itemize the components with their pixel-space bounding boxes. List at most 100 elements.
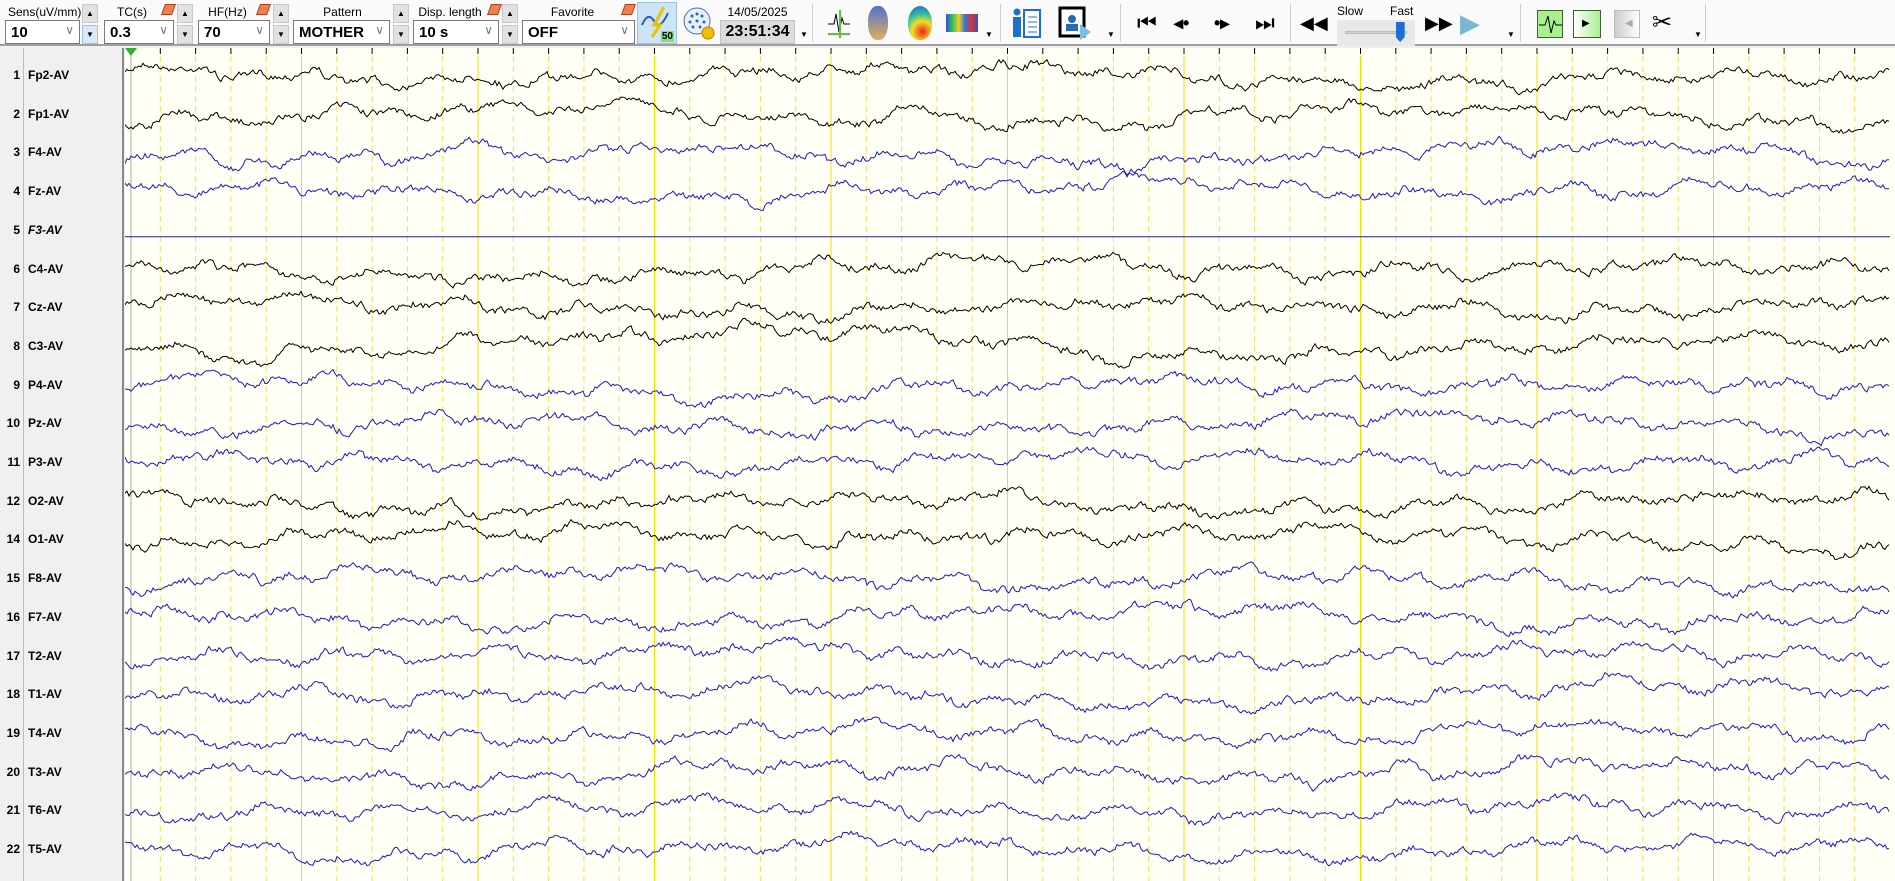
channel-label[interactable]: 21 T6-AV [0,803,122,823]
channel-label[interactable]: 14 O1-AV [0,532,122,552]
channel-label[interactable]: 18 T1-AV [0,687,122,707]
rewind-button[interactable]: ◀◀ [1300,6,1328,40]
separator [1000,4,1001,42]
channel-name: Fz-AV [28,184,62,199]
spin-up-icon[interactable]: ▲ [393,4,409,23]
channel-name: T1-AV [28,687,62,702]
channel-number: 5 [13,222,20,237]
spectrogram-icon[interactable] [946,14,978,32]
head-map-icon[interactable] [868,6,888,40]
channel-label[interactable]: 10 Pz-AV [0,416,122,436]
eeg-trace-area[interactable] [125,48,1895,881]
channel-label[interactable]: 7 Cz-AV [0,300,122,320]
electrode-gear-icon [683,7,715,40]
channel-name: F4-AV [28,145,62,160]
channel-label[interactable]: 15 F8-AV [0,571,122,591]
channel-label[interactable]: 4 Fz-AV [0,184,122,204]
channel-label[interactable]: 2 Fp1-AV [0,107,122,127]
step-forward-button[interactable]: •▸ [1214,6,1242,40]
go-to-start-button[interactable]: ⏮ [1137,6,1157,40]
pencil-icon[interactable] [620,4,637,15]
scissors-icon: ✂ [1652,9,1673,36]
page-back-button[interactable]: ◀ [1614,10,1640,38]
spin-up-icon[interactable]: ▲ [273,4,289,23]
channel-name: O2-AV [28,493,64,508]
step-back-icon: ◂• [1174,13,1190,33]
skip-end-icon: ⏭ [1255,10,1275,35]
sens-spinner[interactable]: ▲ ▼ [82,4,98,44]
speed-slider[interactable] [1337,20,1415,46]
spin-up-icon[interactable]: ▲ [177,4,193,23]
slider-thumb[interactable] [1395,22,1405,42]
pattern-label: Pattern [323,5,362,19]
waveform-marker-button[interactable] [826,6,852,40]
tc-value: 0.3 [110,24,131,41]
favorite-select[interactable]: OFF ∨ [522,20,635,44]
disp-length-spinner[interactable]: ▲ ▼ [502,4,518,44]
dropdown-arrow-icon[interactable]: ▼ [985,30,993,39]
spin-up-icon[interactable]: ▲ [502,4,518,23]
channel-name: T2-AV [28,648,62,663]
topography-icon[interactable] [908,6,932,40]
spin-down-icon[interactable]: ▼ [502,25,518,44]
channel-label[interactable]: 22 T5-AV [0,842,122,862]
spin-up-icon[interactable]: ▲ [82,4,98,23]
channel-label[interactable]: 11 P3-AV [0,455,122,475]
page-forward-button[interactable]: ▶ [1573,10,1601,38]
channel-number: 17 [6,648,20,663]
tc-spinner[interactable]: ▲ ▼ [177,4,193,44]
fast-label: Fast [1390,4,1414,18]
channel-label[interactable]: 1 Fp2-AV [0,68,122,88]
channel-label[interactable]: 17 T2-AV [0,649,122,669]
play-icon: ▶ [1460,8,1480,38]
channel-label[interactable]: 16 F7-AV [0,610,122,630]
channel-label[interactable]: 8 C3-AV [0,339,122,359]
waveform-cursor-icon [828,10,850,38]
chevron-down-icon: ∨ [375,23,384,37]
favorite-value: OFF [528,24,558,41]
favorite-label: Favorite [550,5,595,19]
pencil-icon[interactable] [160,4,177,15]
channel-number: 12 [6,493,20,508]
chevron-down-icon: ∨ [255,23,264,37]
wave-box-icon [1539,15,1562,34]
hf-value: 70 [204,24,221,41]
dropdown-arrow-icon[interactable]: ▼ [1694,30,1702,39]
notch-badge: 50 [660,31,674,42]
pattern-select[interactable]: MOTHER ∨ [293,20,390,44]
notch-filter-button[interactable]: 50 [637,2,677,44]
dropdown-arrow-icon[interactable]: ▼ [1107,30,1115,39]
channel-label[interactable]: 20 T3-AV [0,765,122,785]
dropdown-arrow-icon[interactable]: ▼ [1507,30,1515,39]
video-film-icon [1058,6,1091,40]
channel-label[interactable]: 3 F4-AV [0,145,122,165]
step-back-button[interactable]: ◂• [1174,6,1202,40]
spin-down-icon[interactable]: ▼ [273,25,289,44]
hf-select[interactable]: 70 ∨ [198,20,270,44]
montage-button[interactable] [1537,10,1563,38]
hf-spinner[interactable]: ▲ ▼ [273,4,289,44]
pencil-icon[interactable] [255,4,272,15]
dropdown-arrow-icon[interactable]: ▼ [800,30,808,39]
channel-label[interactable]: 5 F3-AV [0,223,122,243]
channel-label[interactable]: 19 T4-AV [0,726,122,746]
tc-select[interactable]: 0.3 ∨ [104,20,174,44]
go-to-end-button[interactable]: ⏭ [1255,6,1275,40]
clip-button[interactable]: ✂ [1652,6,1686,40]
disp-length-select[interactable]: 10 s ∨ [413,20,499,44]
channel-number: 9 [13,377,20,392]
play-button[interactable]: ▶ [1460,6,1484,40]
fast-forward-button[interactable]: ▶▶ [1425,6,1453,40]
channel-label[interactable]: 9 P4-AV [0,378,122,398]
spin-down-icon[interactable]: ▼ [177,25,193,44]
pattern-spinner[interactable]: ▲ ▼ [393,4,409,44]
video-button[interactable] [1058,6,1092,40]
spin-down-icon[interactable]: ▼ [393,25,409,44]
channel-label[interactable]: 12 O2-AV [0,494,122,514]
spin-down-icon[interactable]: ▼ [82,25,98,44]
electrode-settings-button[interactable] [682,6,716,40]
patient-info-button[interactable] [1010,6,1042,40]
pencil-icon[interactable] [486,4,503,15]
channel-label[interactable]: 6 C4-AV [0,262,122,282]
sens-select[interactable]: 10 ∨ [5,20,80,44]
